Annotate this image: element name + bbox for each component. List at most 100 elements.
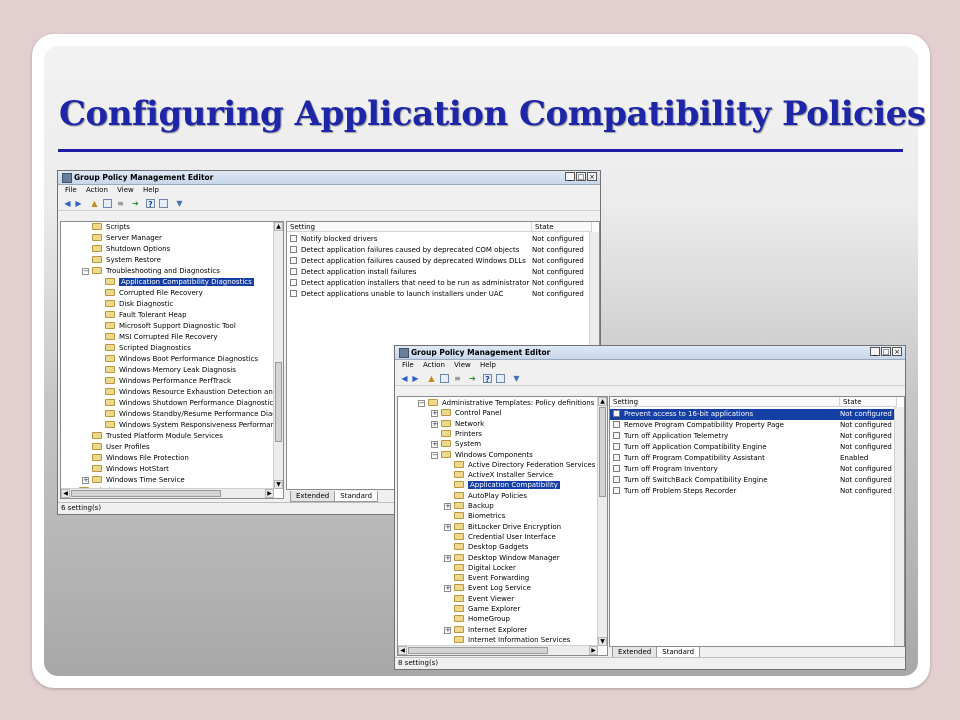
settings-pane[interactable]: Setting State Prevent access to 16-bit a… <box>609 396 905 647</box>
tree-item[interactable]: Windows Time Service <box>92 475 185 486</box>
setting-row[interactable]: Prevent access to 16-bit applications Not… <box>610 409 895 420</box>
tree-expander[interactable]: + <box>431 420 438 428</box>
minimize-button[interactable]: _ <box>565 172 575 181</box>
tree-horizontal-scrollbar[interactable]: ◀ ▶ <box>398 645 598 655</box>
tree-expander[interactable]: + <box>444 585 451 593</box>
tree-expander[interactable]: − <box>82 268 89 275</box>
filter-icon[interactable]: ▼ <box>175 199 184 208</box>
tree-vertical-scrollbar[interactable]: ▲ ▼ <box>273 222 283 489</box>
tree-expander[interactable]: + <box>431 441 438 449</box>
tree-item[interactable]: Shutdown Options <box>92 244 170 255</box>
properties-icon[interactable] <box>159 199 168 208</box>
tree-item[interactable]: Windows File Protection <box>92 453 189 464</box>
scroll-down-arrow-icon[interactable]: ▼ <box>274 480 283 489</box>
maximize-button[interactable]: □ <box>576 172 586 181</box>
tree-item[interactable]: MSI Corrupted File Recovery <box>105 332 218 343</box>
menu-view[interactable]: View <box>454 360 471 371</box>
tree-expander[interactable]: + <box>82 477 89 484</box>
tree-expander[interactable]: + <box>444 523 451 531</box>
tree-item[interactable]: Windows HotStart <box>92 464 169 475</box>
tree-item[interactable]: Troubleshooting and Diagnostics <box>92 266 220 277</box>
properties-icon[interactable] <box>496 374 505 383</box>
menu-file[interactable]: File <box>402 360 414 371</box>
tree-expander[interactable]: − <box>431 451 438 459</box>
setting-row[interactable]: Turn off Application Compatibility Engin… <box>610 442 895 453</box>
setting-row[interactable]: Turn off SwitchBack Compatibility Engine… <box>610 475 895 486</box>
tree-item[interactable]: Disk Diagnostic <box>105 299 173 310</box>
maximize-button[interactable]: □ <box>881 347 891 356</box>
tree-expander[interactable]: + <box>444 626 451 634</box>
tree-item[interactable]: Server Manager <box>92 233 162 244</box>
export-list-icon[interactable]: ➔ <box>131 199 140 208</box>
scroll-thumb[interactable] <box>599 407 606 497</box>
tree-item[interactable]: Windows Shutdown Performance Diagnostics <box>105 398 277 409</box>
tree-expander[interactable]: + <box>431 410 438 418</box>
tree-item[interactable]: Scripted Diagnostics <box>105 343 191 354</box>
tree-pane[interactable]: Scripts Server Manager Shutdown Options Sys… <box>60 221 284 499</box>
filter-icon[interactable]: ▼ <box>512 374 521 383</box>
tree-expander[interactable]: − <box>418 400 425 407</box>
scroll-thumb[interactable] <box>408 647 548 654</box>
gpme-window-front[interactable]: Group Policy Management Editor _ □ × File … <box>394 345 906 670</box>
list-view-icon[interactable]: ≡ <box>116 199 125 208</box>
setting-row[interactable]: Detect application failures caused by de… <box>287 245 590 256</box>
menu-file[interactable]: File <box>65 185 77 196</box>
back-arrow-icon[interactable]: ◀ <box>63 199 72 208</box>
show-hide-tree-icon[interactable] <box>440 374 449 383</box>
scroll-up-arrow-icon[interactable]: ▲ <box>598 397 607 406</box>
setting-row[interactable]: Detect application failures caused by de… <box>287 256 590 267</box>
setting-row[interactable]: Turn off Program Inventory Not configured <box>610 464 895 475</box>
title-bar[interactable]: Group Policy Management Editor _ □ × <box>395 346 905 360</box>
show-hide-tree-icon[interactable] <box>103 199 112 208</box>
menu-action[interactable]: Action <box>86 185 108 196</box>
column-header-setting[interactable]: Setting <box>287 222 532 232</box>
setting-row[interactable]: Turn off Application Telemetry Not config… <box>610 431 895 442</box>
list-view-icon[interactable]: ≡ <box>453 374 462 383</box>
tree-item[interactable]: Windows Resource Exhaustion Detection an… <box>105 387 283 398</box>
tree-item[interactable]: Fault Tolerant Heap <box>105 310 187 321</box>
scroll-right-arrow-icon[interactable]: ▶ <box>265 489 274 498</box>
setting-row[interactable]: Remove Program Compatibility Property Pa… <box>610 420 895 431</box>
scroll-down-arrow-icon[interactable]: ▼ <box>598 637 607 646</box>
tree-item[interactable]: Scripts <box>92 222 130 233</box>
setting-row[interactable]: Notify blocked drivers Not configured <box>287 234 590 245</box>
setting-row[interactable]: Detect application install failures Not c… <box>287 267 590 278</box>
title-bar[interactable]: Group Policy Management Editor _ □ × <box>58 171 600 185</box>
tree-item[interactable]: System Restore <box>92 255 161 266</box>
tab-standard[interactable]: Standard <box>334 491 379 502</box>
forward-arrow-icon[interactable]: ▶ <box>411 374 420 383</box>
scroll-right-arrow-icon[interactable]: ▶ <box>589 646 598 655</box>
tree-item[interactable]: Windows Standby/Resume Performance Diagn… <box>105 409 283 420</box>
scroll-left-arrow-icon[interactable]: ◀ <box>61 489 70 498</box>
column-header-setting[interactable]: Setting <box>610 397 840 407</box>
tree-item[interactable]: User Profiles <box>92 442 150 453</box>
tree-horizontal-scrollbar[interactable]: ◀ ▶ <box>61 488 274 498</box>
scroll-thumb[interactable] <box>71 490 221 497</box>
settings-vertical-scrollbar[interactable] <box>894 407 904 646</box>
menu-help[interactable]: Help <box>143 185 159 196</box>
tree-item[interactable]: Corrupted File Recovery <box>105 288 203 299</box>
help-icon[interactable]: ? <box>146 199 155 209</box>
scroll-thumb[interactable] <box>275 362 282 442</box>
tree-expander[interactable]: + <box>444 503 451 510</box>
help-icon[interactable]: ? <box>483 374 492 384</box>
tree-pane[interactable]: − Administrative Templates: Policy defini… <box>397 396 608 656</box>
tree-item[interactable]: Application Compatibility Diagnostics <box>105 277 254 288</box>
tree-item[interactable]: Windows Boot Performance Diagnostics <box>105 354 258 365</box>
tree-vertical-scrollbar[interactable]: ▲ ▼ <box>597 397 607 646</box>
menu-action[interactable]: Action <box>423 360 445 371</box>
scroll-up-arrow-icon[interactable]: ▲ <box>274 222 283 231</box>
setting-row[interactable]: Detect applications unable to launch ins… <box>287 289 590 300</box>
close-button[interactable]: × <box>587 172 597 181</box>
tree-item[interactable]: Microsoft Support Diagnostic Tool <box>105 321 236 332</box>
tab-extended[interactable]: Extended <box>290 491 336 502</box>
up-folder-icon[interactable]: ▲ <box>90 199 99 208</box>
tree-item[interactable]: Windows Performance PerfTrack <box>105 376 231 387</box>
setting-row[interactable]: Turn off Program Compatibility Assistant… <box>610 453 895 464</box>
column-header-state[interactable]: State <box>532 222 592 232</box>
setting-row[interactable]: Turn off Problem Steps Recorder Not confi… <box>610 486 895 497</box>
up-folder-icon[interactable]: ▲ <box>427 374 436 383</box>
tree-item[interactable]: Trusted Platform Module Services <box>92 431 223 442</box>
close-button[interactable]: × <box>892 347 902 356</box>
forward-arrow-icon[interactable]: ▶ <box>74 199 83 208</box>
